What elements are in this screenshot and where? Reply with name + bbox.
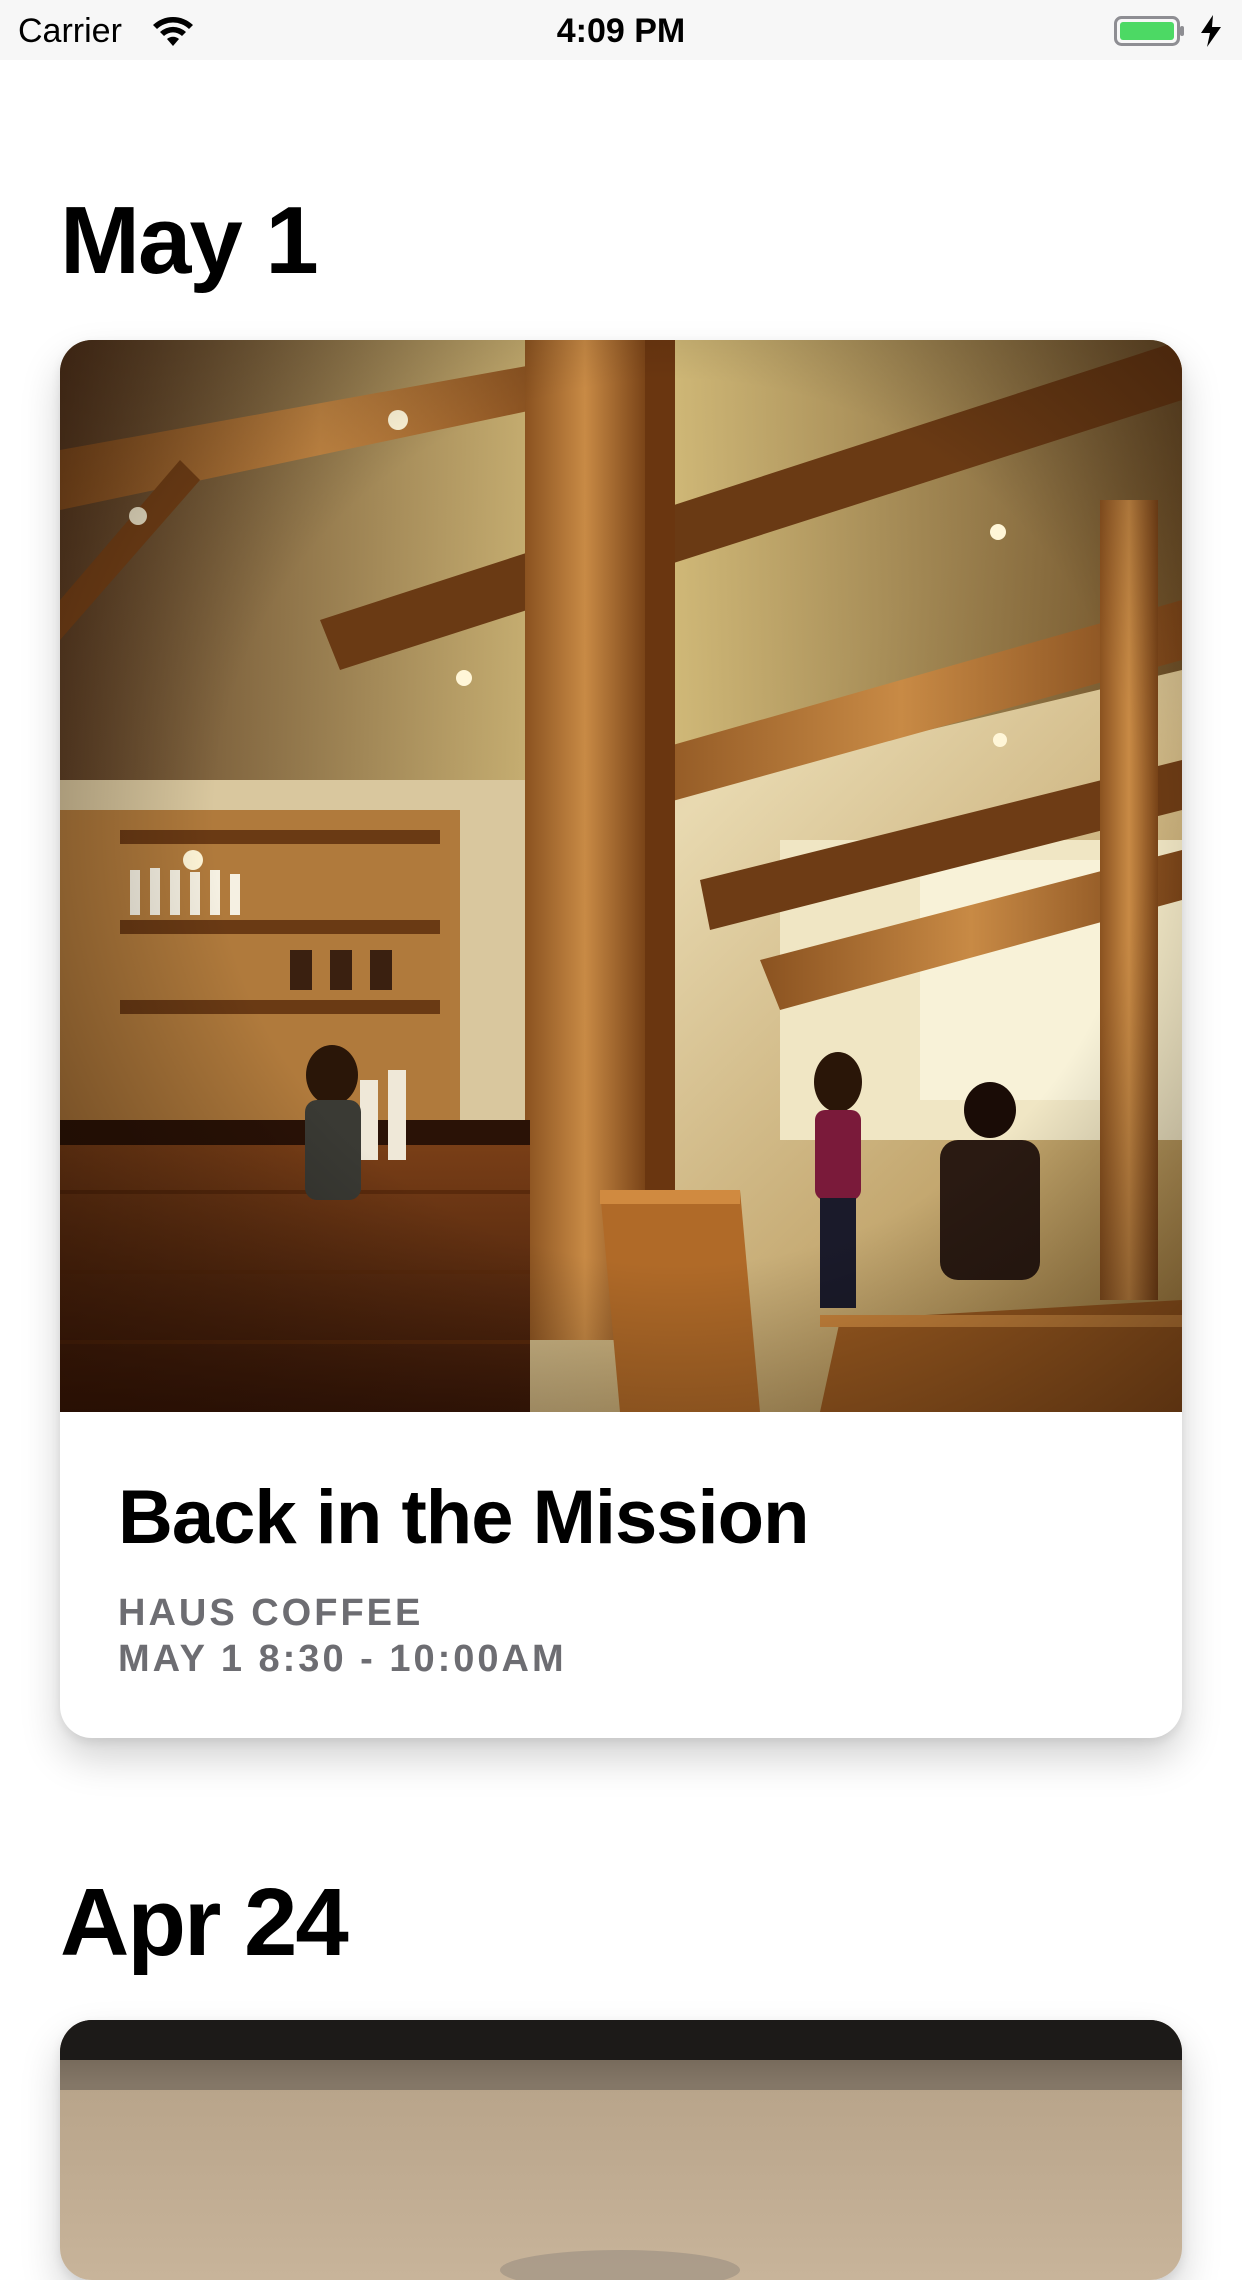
section-date-heading: Apr 24	[60, 1869, 349, 1976]
card-body: Back in the Mission HAUS COFFEE MAY 1 8:…	[60, 1412, 1182, 1738]
battery-icon	[1114, 16, 1184, 46]
status-bar: Carrier 4:09 PM	[0, 0, 1242, 60]
cafe-interior-photo	[60, 340, 1182, 1412]
event-card[interactable]	[60, 2020, 1182, 2280]
status-time: 4:09 PM	[556, 12, 686, 50]
section-date-heading: May 1	[60, 187, 319, 294]
event-title: Back in the Mission	[118, 1475, 809, 1560]
event-card[interactable]: Back in the Mission HAUS COFFEE MAY 1 8:…	[60, 340, 1182, 1738]
event-venue: HAUS COFFEE	[118, 1592, 424, 1634]
bolt-icon	[1201, 15, 1221, 47]
event-time: MAY 1 8:30 - 10:00AM	[118, 1638, 567, 1680]
coffee-table-photo	[60, 2020, 1182, 2280]
